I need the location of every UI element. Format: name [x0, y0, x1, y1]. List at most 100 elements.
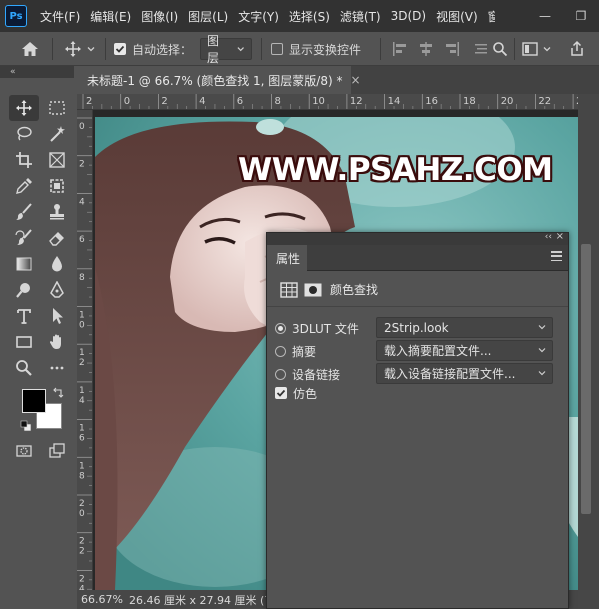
- auto-select-checkbox[interactable]: [114, 43, 126, 55]
- dodge-tool[interactable]: [9, 277, 39, 303]
- eyedropper-tool[interactable]: [9, 173, 39, 199]
- brush-tool[interactable]: [9, 199, 39, 225]
- dashed-box-icon: [50, 179, 64, 193]
- brush-icon: [16, 203, 32, 220]
- screen-mode-button[interactable]: [42, 438, 72, 464]
- menu-file[interactable]: 文件(F): [35, 8, 85, 25]
- align-right-icon: [446, 42, 459, 56]
- document-tab-close-button[interactable]: ×: [350, 73, 360, 87]
- close-panel-button[interactable]: ×: [556, 231, 564, 242]
- marquee-tool[interactable]: [42, 95, 72, 121]
- properties-panel-header[interactable]: ‹‹ ×: [267, 231, 568, 245]
- workspace-button[interactable]: [522, 32, 552, 66]
- options-bar: 自动选择： 图层 显示变换控件: [0, 32, 599, 66]
- hand-icon: [49, 334, 61, 349]
- frame-tool[interactable]: [42, 147, 72, 173]
- chevron-down-icon: [237, 47, 244, 52]
- separator: [261, 38, 262, 60]
- gradient-tool[interactable]: [9, 251, 39, 277]
- menu-type[interactable]: 文字(Y): [233, 8, 284, 25]
- history-brush-tool[interactable]: [9, 225, 39, 251]
- watermark-text: WWW.PSAHZ.COM: [238, 152, 553, 188]
- hand-tool[interactable]: [42, 329, 72, 355]
- radio-device-link[interactable]: [275, 368, 286, 380]
- crop-tool[interactable]: [9, 147, 39, 173]
- home-button[interactable]: [21, 32, 39, 66]
- dodge-icon: [16, 283, 30, 298]
- adjustment-layer-button[interactable]: [279, 281, 299, 299]
- stamp-tool[interactable]: [42, 199, 72, 225]
- align-right-button[interactable]: [444, 32, 460, 66]
- show-transform-checkbox[interactable]: [271, 43, 283, 55]
- panel-menu-button[interactable]: [551, 251, 562, 261]
- document-tab-title: 未标题-1 @ 66.7% (颜色查找 1, 图层蒙版/8) *: [87, 73, 343, 88]
- collapse-panel-button[interactable]: ‹‹: [545, 232, 552, 242]
- path-selection-tool[interactable]: [42, 303, 72, 329]
- minimize-button[interactable]: —: [527, 0, 563, 32]
- share-button[interactable]: [568, 32, 586, 66]
- ruler-label: 1: [79, 311, 85, 321]
- menu-edit[interactable]: 编辑(E): [85, 8, 136, 25]
- zoom-tool[interactable]: [9, 355, 39, 381]
- properties-panel: ‹‹ × 属性 颜色查找 3DLUT 文件 2Strip.look 摘要 载入摘…: [266, 231, 569, 609]
- crop-icon: [16, 152, 32, 168]
- restore-button[interactable]: ❐: [563, 0, 599, 32]
- menu-view[interactable]: 视图(V): [431, 8, 483, 25]
- more-tools-button[interactable]: [42, 355, 72, 381]
- photoshop-logo[interactable]: Ps: [5, 5, 27, 27]
- ruler-label: 4: [79, 396, 85, 406]
- separator: [380, 38, 381, 60]
- show-transform-label: 显示变换控件: [289, 42, 362, 57]
- object-selection-tool[interactable]: [42, 173, 72, 199]
- menu-window[interactable]: 窗: [483, 8, 495, 25]
- tab-properties[interactable]: 属性: [267, 245, 307, 271]
- canvas-vertical-scrollbar[interactable]: [578, 94, 599, 590]
- blur-tool[interactable]: [42, 251, 72, 277]
- align-center-button[interactable]: [418, 32, 434, 66]
- rectangle-tool[interactable]: [9, 329, 39, 355]
- menu-select[interactable]: 选择(S): [284, 8, 335, 25]
- auto-select-target-dropdown[interactable]: 图层: [200, 34, 252, 65]
- quick-selection-tool[interactable]: [42, 121, 72, 147]
- move-tool[interactable]: [9, 95, 39, 121]
- foreground-color-swatch[interactable]: [22, 389, 46, 413]
- type-tool[interactable]: [9, 303, 39, 329]
- vertical-ruler[interactable]: 02468101214161820222426: [77, 110, 93, 590]
- eraser-tool[interactable]: [42, 225, 72, 251]
- menu-layer[interactable]: 图层(L): [183, 8, 233, 25]
- horizontal-ruler[interactable]: 202468101214161820222426: [77, 94, 578, 110]
- search-button[interactable]: [492, 32, 508, 66]
- tools-panel-collapse[interactable]: «: [0, 66, 74, 78]
- default-colors-button[interactable]: [20, 420, 32, 432]
- move-icon: [65, 41, 81, 57]
- document-size[interactable]: 26.46 厘米 x 27.94 厘米 (7: [129, 592, 271, 608]
- dither-checkbox[interactable]: [275, 387, 287, 399]
- show-transform-toggle[interactable]: 显示变换控件: [271, 32, 361, 66]
- select-device-link-profile[interactable]: 载入设备链接配置文件...: [376, 363, 553, 384]
- ruler-label: 0: [79, 509, 85, 519]
- align-left-icon: [393, 42, 406, 56]
- pen-tool[interactable]: [42, 277, 72, 303]
- distribute-button[interactable]: [474, 32, 488, 66]
- select-abstract-profile[interactable]: 载入摘要配置文件...: [376, 340, 553, 361]
- document-tab[interactable]: 未标题-1 @ 66.7% (颜色查找 1, 图层蒙版/8) * ×: [77, 66, 361, 94]
- scrollbar-thumb[interactable]: [581, 244, 591, 514]
- eyedropper-icon: [16, 178, 32, 194]
- swap-colors-button[interactable]: [52, 387, 64, 399]
- layer-mask-button[interactable]: [303, 281, 323, 299]
- align-left-button[interactable]: [392, 32, 408, 66]
- menu-3d[interactable]: 3D(D): [386, 9, 431, 23]
- ruler-label: 2: [79, 547, 85, 557]
- radio-3dlut[interactable]: [275, 322, 286, 334]
- zoom-level[interactable]: 66.67%: [81, 593, 129, 606]
- separator: [105, 38, 106, 60]
- quick-mask-button[interactable]: [9, 438, 39, 464]
- lasso-tool[interactable]: [9, 121, 39, 147]
- radio-abstract[interactable]: [275, 345, 286, 357]
- menu-image[interactable]: 图像(I): [136, 8, 183, 25]
- select-device-link-value: 载入设备链接配置文件...: [384, 367, 516, 381]
- select-3dlut-file[interactable]: 2Strip.look: [376, 317, 553, 338]
- auto-select-toggle[interactable]: 自动选择：: [114, 32, 192, 66]
- menu-filter[interactable]: 滤镜(T): [335, 8, 386, 25]
- move-tool-preset[interactable]: [64, 32, 96, 66]
